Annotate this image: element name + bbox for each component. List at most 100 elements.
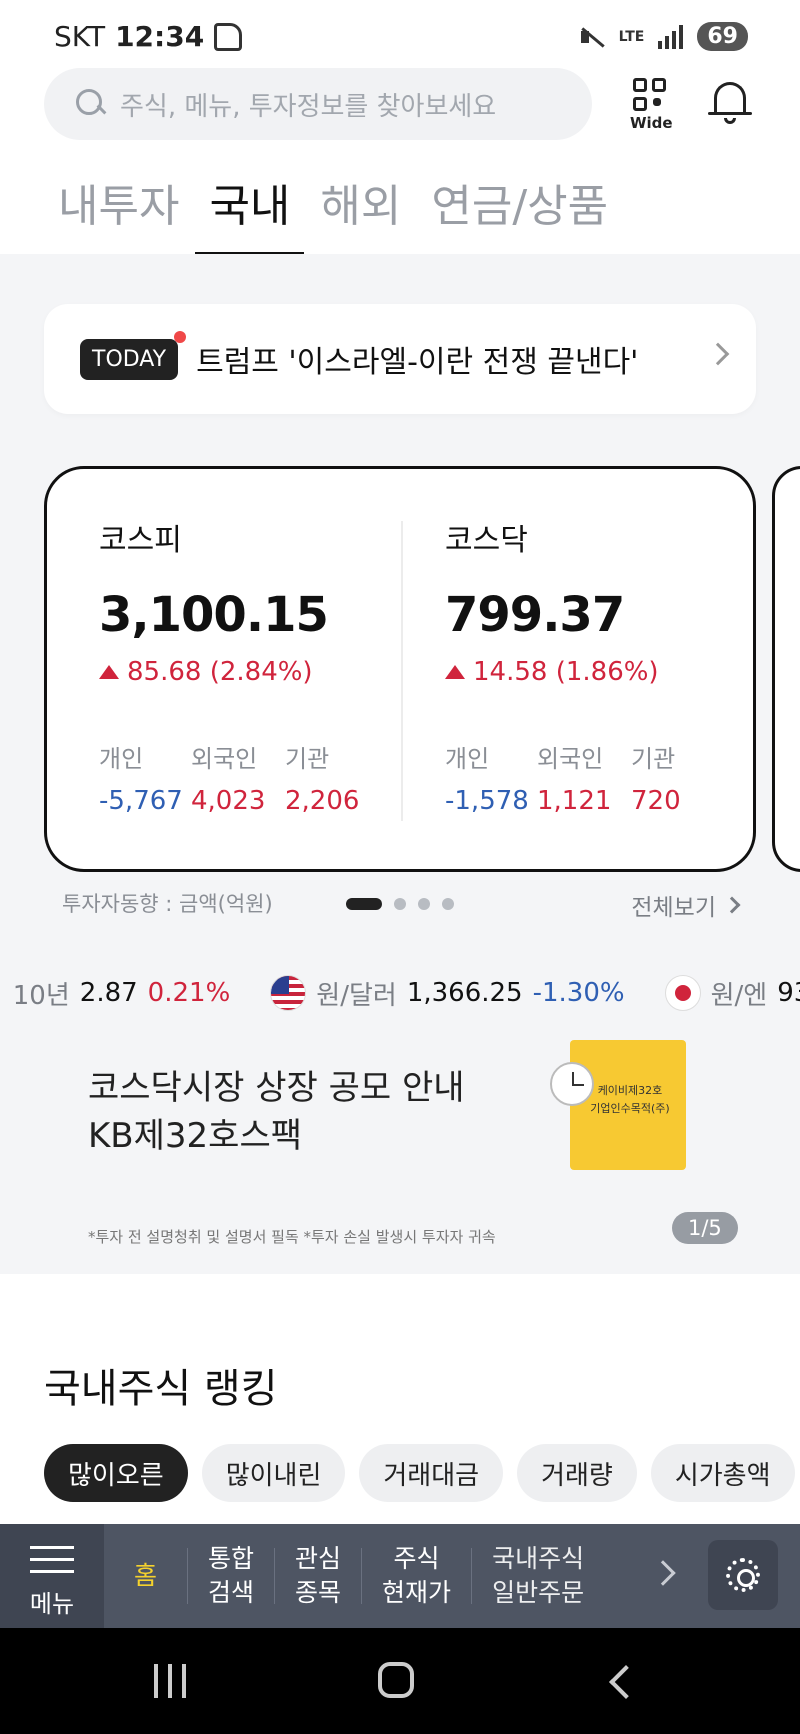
search-placeholder: 주식, 메뉴, 투자정보를 찾아보세요 xyxy=(120,91,497,122)
tab-domestic[interactable]: 국내 xyxy=(195,170,305,256)
investor-value-foreign: 4,023 xyxy=(191,786,266,816)
menu-item-stock-quote[interactable]: 주식 현재가 xyxy=(362,1542,471,1610)
market-index-card[interactable]: 코스피 3,100.15 85.68 (2.84%) 개인 외국인 기관 -5,… xyxy=(44,466,756,872)
menu-button[interactable]: 메뉴 xyxy=(0,1524,104,1628)
carrier-label: SKT xyxy=(54,20,106,53)
banner-disclaimer: *투자 전 설명청취 및 설명서 필독 *투자 손실 발생시 투자자 귀속 xyxy=(88,1228,496,1246)
new-dot-icon xyxy=(174,330,187,343)
search-input[interactable]: 주식, 메뉴, 투자정보를 찾아보세요 xyxy=(44,68,592,140)
investor-value-individual: -1,578 xyxy=(445,786,529,816)
up-arrow-icon xyxy=(445,665,465,679)
index-name: 코스닥 xyxy=(445,523,528,558)
pager-dot xyxy=(418,898,430,910)
status-bar: SKT 12:34 LTE 69 xyxy=(0,0,800,70)
banner-illustration: 케이비제32호 기업인수목적(주) xyxy=(546,1040,686,1190)
home-icon[interactable] xyxy=(378,1662,414,1698)
index-change-value: 14.58 (1.86%) xyxy=(473,657,659,687)
ticker-partial-edge: | xyxy=(0,978,3,1008)
tab-pension-products[interactable]: 연금/상품 xyxy=(431,170,608,256)
see-all-link[interactable]: 전체보기 xyxy=(631,888,741,922)
battery-indicator: 69 xyxy=(697,22,748,51)
investor-label-institution: 기관 xyxy=(631,745,676,773)
pager-dot xyxy=(442,898,454,910)
status-right: LTE 69 xyxy=(579,22,748,51)
chip-top-losers[interactable]: 많이내린 xyxy=(201,1444,346,1502)
next-card-peek[interactable] xyxy=(772,466,800,872)
index-change-value: 85.68 (2.84%) xyxy=(127,657,313,687)
search-icon xyxy=(76,89,106,119)
banner-title-line1: 코스닥시장 상장 공모 안내 xyxy=(88,1068,465,1108)
today-news-card[interactable]: TODAY 트럼프 '이스라엘-이란 전쟁 끝낸다' xyxy=(44,304,756,414)
ticker-value: 939. xyxy=(777,978,800,1008)
japan-flag-icon xyxy=(664,975,701,1011)
up-arrow-icon xyxy=(99,665,119,679)
kospi-panel[interactable]: 코스피 3,100.15 85.68 (2.84%) 개인 외국인 기관 -5,… xyxy=(99,515,399,816)
carousel-pager xyxy=(346,898,454,910)
ticker-change: 0.21% xyxy=(147,978,231,1008)
recent-apps-icon[interactable] xyxy=(154,1664,190,1698)
menu-item-watchlist[interactable]: 관심 종목 xyxy=(275,1542,361,1610)
ticker-item-bond[interactable]: | 10년 2.87 0.21% xyxy=(0,975,230,1012)
chip-trading-value[interactable]: 거래대금 xyxy=(359,1444,504,1502)
qr-wide-button[interactable]: Wide xyxy=(630,78,673,132)
investor-value-individual: -5,767 xyxy=(99,786,183,816)
bottom-menu-bar: 메뉴 홈 통합 검색 관심 종목 주식 현재가 국내주식 일반주문 xyxy=(0,1524,800,1628)
ticker-label: 10년 xyxy=(12,980,70,1011)
content-area: TODAY 트럼프 '이스라엘-이란 전쟁 끝낸다' 코스피 3,100.15 … xyxy=(0,254,800,1274)
tab-my-investment[interactable]: 내투자 xyxy=(58,170,179,256)
investor-value-institution: 2,206 xyxy=(285,786,360,816)
ticker-item-jpy[interactable]: 원/엔 939. xyxy=(664,975,800,1012)
system-navigation-bar xyxy=(0,1628,800,1734)
chip-top-gainers[interactable]: 많이오른 xyxy=(44,1444,188,1502)
menu-label: 메뉴 xyxy=(29,1590,75,1618)
index-value: 799.37 xyxy=(445,587,625,643)
ranking-title: 국내주식 랭킹 xyxy=(44,1366,278,1412)
status-left: SKT 12:34 xyxy=(54,20,243,53)
mute-icon xyxy=(579,25,605,49)
ticker-label: 원/엔 xyxy=(710,980,768,1011)
ticker-item-usd[interactable]: 원/달러 1,366.25 -1.30% xyxy=(270,975,625,1012)
investor-label-foreign: 외국인 xyxy=(191,745,258,773)
us-flag-icon xyxy=(270,975,307,1011)
menu-item-home[interactable]: 홈 xyxy=(104,1559,187,1593)
hamburger-icon xyxy=(30,1546,74,1573)
sim-card-icon xyxy=(214,22,243,51)
index-value: 3,100.15 xyxy=(99,587,329,643)
quick-menu-items: 홈 통합 검색 관심 종목 주식 현재가 국내주식 일반주문 xyxy=(104,1524,604,1628)
gear-icon xyxy=(726,1558,760,1592)
menu-item-integrated-search[interactable]: 통합 검색 xyxy=(188,1542,274,1610)
ranking-filter-chips: 많이오른 많이내린 거래대금 거래량 시가총액 xyxy=(44,1444,795,1502)
investor-trend-note: 투자자동향 : 금액(억원) xyxy=(62,892,273,916)
market-ticker[interactable]: | 10년 2.87 0.21% 원/달러 1,366.25 -1.30% 원/… xyxy=(0,968,800,1018)
chip-market-cap[interactable]: 시가총액 xyxy=(650,1444,795,1502)
index-change: 85.68 (2.84%) xyxy=(99,657,399,687)
kosdaq-panel[interactable]: 코스닥 799.37 14.58 (1.86%) 개인 외국인 기관 -1,57… xyxy=(445,515,745,816)
qr-code-icon xyxy=(633,78,667,112)
chevron-right-icon[interactable] xyxy=(650,1560,676,1586)
qr-label: Wide xyxy=(630,114,673,132)
chip-volume[interactable]: 거래량 xyxy=(517,1444,637,1502)
investor-value-institution: 720 xyxy=(631,786,681,816)
ticker-value: 1,366.25 xyxy=(406,978,523,1008)
ticker-change: -1.30% xyxy=(532,978,625,1008)
settings-button[interactable] xyxy=(708,1540,778,1610)
index-divider xyxy=(401,521,403,821)
today-badge: TODAY xyxy=(80,330,187,380)
ipo-banner[interactable]: 코스닥시장 상장 공모 안내 KB제32호스팩 *투자 전 설명청취 및 설명서… xyxy=(0,1040,800,1274)
see-all-label: 전체보기 xyxy=(631,895,716,921)
bell-icon[interactable] xyxy=(708,78,754,128)
clock-icon xyxy=(550,1062,594,1106)
investor-labels: 개인 외국인 기관 xyxy=(445,739,745,774)
menu-item-domestic-order[interactable]: 국내주식 일반주문 xyxy=(472,1542,604,1610)
chevron-right-icon xyxy=(723,896,741,914)
clock: 12:34 xyxy=(115,20,205,53)
back-icon[interactable] xyxy=(609,1665,643,1699)
investor-values: -5,767 4,023 2,206 xyxy=(99,786,399,816)
banner-counter: 1/5 xyxy=(672,1212,738,1244)
investor-values: -1,578 1,121 720 xyxy=(445,786,745,816)
today-headline: 트럼프 '이스라엘-이란 전쟁 끝낸다' xyxy=(196,345,639,380)
signal-icon xyxy=(658,24,684,49)
tab-overseas[interactable]: 해외 xyxy=(320,170,401,256)
pager-dot xyxy=(394,898,406,910)
banner-title-line2: KB제32호스팩 xyxy=(88,1116,303,1156)
